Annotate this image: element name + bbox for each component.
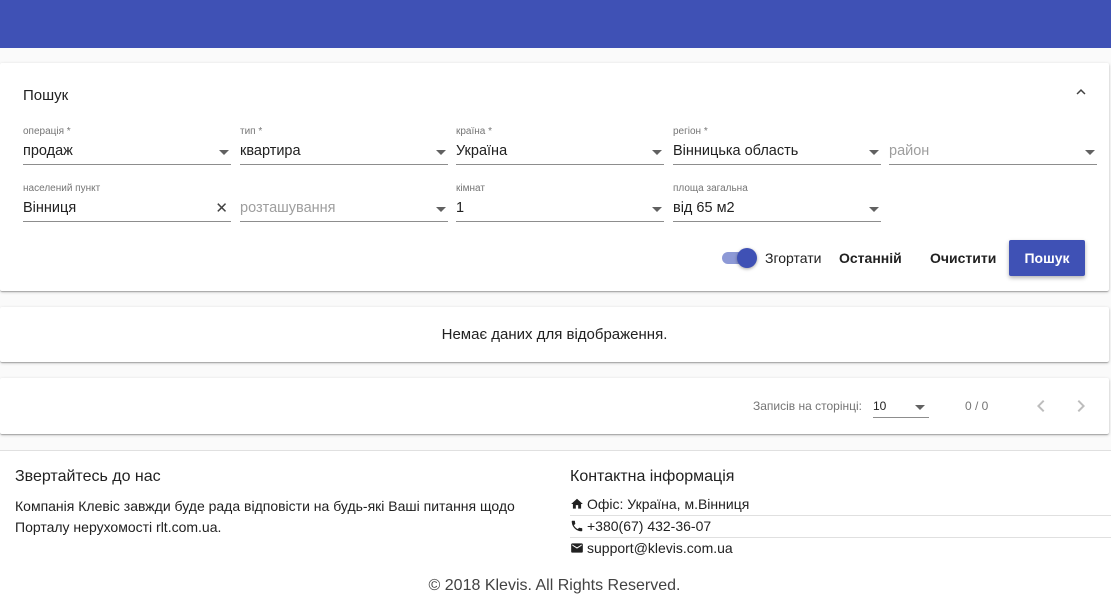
- per-page-select[interactable]: 10: [873, 397, 929, 419]
- collapse-toggle[interactable]: [720, 248, 758, 268]
- dropdown-arrow-icon: [869, 207, 879, 212]
- field-underline: [240, 164, 448, 165]
- field-underline: [23, 221, 231, 222]
- dropdown-arrow-icon: [1085, 150, 1095, 155]
- page-range: 0 / 0: [965, 399, 989, 413]
- dropdown-arrow-icon: [219, 150, 229, 155]
- area-select[interactable]: площа загальна від 65 м2: [673, 183, 881, 223]
- type-label: тип *: [240, 126, 263, 137]
- dropdown-arrow-icon: [436, 150, 446, 155]
- country-value: Україна: [456, 143, 508, 159]
- email-line: support@klevis.com.ua: [570, 538, 1111, 560]
- top-app-bar: [0, 0, 1111, 48]
- region-label: регіон *: [673, 126, 708, 137]
- search-panel: Пошук операція * продаж тип * квартира к…: [0, 63, 1109, 291]
- home-icon: [571, 498, 583, 509]
- operation-label: операція *: [23, 126, 71, 137]
- location-placeholder: розташування: [240, 200, 336, 216]
- operation-select[interactable]: операція * продаж: [23, 126, 231, 166]
- empty-message: Немає даних для відображення.: [441, 326, 668, 343]
- area-label: площа загальна: [673, 183, 748, 194]
- type-value: квартира: [240, 143, 301, 159]
- field-underline: [889, 164, 1097, 165]
- field-underline: [456, 221, 664, 222]
- dropdown-arrow-icon: [869, 150, 879, 155]
- envelope-icon: [571, 543, 583, 553]
- search-button[interactable]: Пошук: [1009, 240, 1085, 276]
- district-select[interactable]: район: [889, 126, 1097, 166]
- collapse-toggle-label: Згортати: [765, 250, 822, 266]
- dropdown-arrow-icon: [652, 207, 662, 212]
- district-placeholder: район: [889, 143, 930, 159]
- rooms-select[interactable]: кімнат 1: [456, 183, 664, 223]
- rooms-value: 1: [456, 200, 465, 216]
- chevron-right-icon[interactable]: [1069, 394, 1093, 418]
- field-underline: [873, 417, 929, 418]
- dropdown-arrow-icon: [436, 207, 446, 212]
- field-underline: [673, 164, 881, 165]
- contact-us-title: Звертайтесь до нас: [15, 468, 161, 485]
- location-select[interactable]: розташування: [240, 183, 448, 223]
- phone-text[interactable]: +380(67) 432-36-07: [587, 518, 711, 534]
- region-value: Вінницька область: [673, 143, 799, 159]
- office-text: Офіс: Україна, м.Вінниця: [587, 496, 750, 512]
- dropdown-arrow-icon: [652, 150, 662, 155]
- field-underline: [673, 221, 881, 222]
- operation-value: продаж: [23, 143, 73, 159]
- region-select[interactable]: регіон * Вінницька область: [673, 126, 881, 166]
- per-page-value: 10: [873, 399, 887, 413]
- chevron-left-icon[interactable]: [1029, 394, 1053, 418]
- field-underline: [456, 164, 664, 165]
- about-text: Компанія Клевіс завжди буде рада відпові…: [15, 498, 515, 535]
- country-label: країна *: [456, 126, 493, 137]
- per-page-label: Записів на сторінці:: [753, 399, 863, 413]
- dropdown-arrow-icon: [915, 405, 925, 410]
- field-underline: [23, 164, 231, 165]
- phone-icon: [571, 520, 583, 532]
- clear-icon[interactable]: ✕: [215, 200, 228, 218]
- email-text[interactable]: support@klevis.com.ua: [587, 540, 733, 556]
- contact-info-title: Контактна інформація: [570, 468, 735, 485]
- locality-input[interactable]: населений пункт Вінниця ✕: [23, 183, 231, 223]
- field-underline: [240, 221, 448, 222]
- last-search-button[interactable]: Останній: [831, 240, 910, 276]
- locality-value: Вінниця: [23, 200, 77, 216]
- search-panel-title: Пошук: [23, 87, 69, 104]
- locality-label: населений пункт: [23, 183, 101, 194]
- country-select[interactable]: країна * Україна: [456, 126, 664, 166]
- copyright: © 2018 Klevis. All Rights Reserved.: [428, 577, 681, 594]
- phone-line: +380(67) 432-36-07: [570, 516, 1111, 538]
- clear-button[interactable]: Очистити: [922, 240, 1004, 276]
- results-panel: Немає даних для відображення.: [0, 307, 1109, 362]
- pagination-panel: Записів на сторінці: 10 0 / 0: [0, 378, 1109, 434]
- rooms-label: кімнат: [456, 183, 485, 194]
- type-select[interactable]: тип * квартира: [240, 126, 448, 166]
- area-value: від 65 м2: [673, 200, 735, 216]
- footer: Звертайтесь до нас Компанія Клевіс завжд…: [0, 450, 1111, 612]
- chevron-up-icon[interactable]: [1072, 83, 1090, 101]
- office-line: Офіс: Україна, м.Вінниця: [570, 494, 1111, 516]
- toggle-thumb: [737, 248, 757, 268]
